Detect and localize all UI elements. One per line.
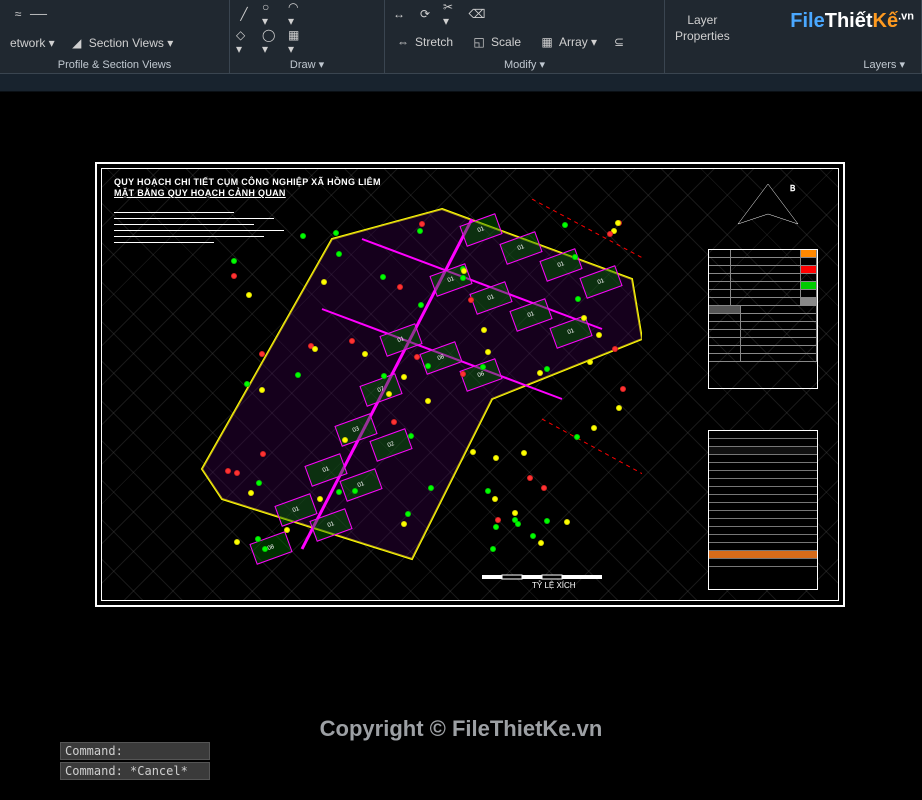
drawing-border: QUY HOẠCH CHI TIẾT CỤM CÔNG NGHIỆP XÃ HỒ… xyxy=(95,162,845,607)
tree-icon xyxy=(461,268,467,274)
ribbon-panel-profile-section: ≈ ── etwork ▾ ◢ Section Views ▾ Profile … xyxy=(0,0,230,73)
title-block-info xyxy=(708,430,818,590)
tree-icon xyxy=(312,346,318,352)
tree-icon xyxy=(490,546,496,552)
command-history: Command: Command: *Cancel* xyxy=(60,740,210,780)
tree-icon xyxy=(352,488,358,494)
tree-icon xyxy=(607,231,613,237)
tree-icon xyxy=(521,450,527,456)
ribbon-panel-draw: ╱ ○ ▾ ◠ ▾ ◇ ▾ ◯ ▾ ▦ ▾ Draw ▾ xyxy=(230,0,385,73)
tree-icon xyxy=(425,398,431,404)
tree-icon xyxy=(587,359,593,365)
drawing-title: QUY HOẠCH CHI TIẾT CỤM CÔNG NGHIỆP XÃ HỒ… xyxy=(114,177,381,198)
layer-properties-button[interactable]: Layer Properties xyxy=(671,12,734,44)
command-line: Command: *Cancel* xyxy=(60,762,210,780)
tree-icon xyxy=(612,346,618,352)
tree-icon xyxy=(544,518,550,524)
panel-caption[interactable]: Layers ▾ xyxy=(671,56,915,73)
tree-icon xyxy=(581,315,587,321)
tree-icon xyxy=(317,496,323,502)
file-tab-bar xyxy=(0,74,922,92)
tree-icon xyxy=(574,434,580,440)
scale-icon: ◱ xyxy=(471,34,487,50)
array-button[interactable]: ▦ Array ▾ xyxy=(535,32,601,52)
tree-icon xyxy=(333,230,339,236)
tree-icon xyxy=(481,327,487,333)
site-plan: 01010101010101010108060703020101010108 xyxy=(182,199,642,569)
tree-icon xyxy=(485,488,491,494)
tree-icon xyxy=(295,372,301,378)
move-icon[interactable]: ↔ xyxy=(391,6,407,22)
command-line: Command: xyxy=(60,742,210,760)
tree-icon xyxy=(541,485,547,491)
tree-icon xyxy=(538,540,544,546)
line-icon[interactable]: ╱ xyxy=(236,6,252,22)
arc-icon[interactable]: ◠ ▾ xyxy=(288,6,304,22)
tree-icon xyxy=(527,475,533,481)
tree-icon xyxy=(349,338,355,344)
scale-button[interactable]: ◱ Scale xyxy=(467,32,525,52)
sample-lines-button[interactable]: ≈ ── xyxy=(6,4,51,24)
tree-icon xyxy=(259,387,265,393)
section-views-button[interactable]: ◢ Section Views ▾ xyxy=(65,33,178,53)
sections-icon: ◢ xyxy=(69,35,85,51)
tree-icon xyxy=(381,373,387,379)
svg-text:B: B xyxy=(790,184,795,193)
tree-icon xyxy=(401,374,407,380)
array-icon: ▦ xyxy=(539,34,555,50)
network-button[interactable]: etwork ▾ xyxy=(6,34,59,52)
tree-icon xyxy=(300,233,306,239)
tree-icon xyxy=(615,220,621,226)
tree-icon xyxy=(380,274,386,280)
tree-icon xyxy=(492,496,498,502)
rotate-icon[interactable]: ⟳ xyxy=(417,6,433,22)
tree-icon xyxy=(591,425,597,431)
ribbon-panel-modify: ↔ ⟳ ✂ ▾ ⌫ ⇔ Stretch ◱ Scale ▦ Array ▾ ⊆ … xyxy=(385,0,665,73)
tree-icon xyxy=(495,517,501,523)
drawing-inner: QUY HOẠCH CHI TIẾT CỤM CÔNG NGHIỆP XÃ HỒ… xyxy=(101,168,839,601)
ellipse-icon[interactable]: ◯ ▾ xyxy=(262,34,278,50)
tree-icon xyxy=(397,284,403,290)
tree-icon xyxy=(231,273,237,279)
tree-icon xyxy=(336,251,342,257)
ribbon: ≈ ── etwork ▾ ◢ Section Views ▾ Profile … xyxy=(0,0,922,74)
erase-icon[interactable]: ⌫ xyxy=(469,6,485,22)
stretch-icon: ⇔ xyxy=(395,34,411,50)
offset-icon[interactable]: ⊆ xyxy=(611,34,627,50)
stretch-button[interactable]: ⇔ Stretch xyxy=(391,32,457,52)
tree-icon xyxy=(537,370,543,376)
tree-icon xyxy=(386,391,392,397)
tree-icon xyxy=(408,433,414,439)
panel-caption[interactable]: Profile & Section Views xyxy=(6,57,223,73)
trim-icon[interactable]: ✂ ▾ xyxy=(443,6,459,22)
legend-table xyxy=(708,249,818,389)
north-arrow: B xyxy=(728,179,808,239)
panel-caption[interactable]: Draw ▾ xyxy=(236,56,378,73)
scale-bar xyxy=(482,572,642,582)
tree-icon xyxy=(512,510,518,516)
tree-icon xyxy=(470,449,476,455)
model-space[interactable]: QUY HOẠCH CHI TIẾT CỤM CÔNG NGHIỆP XÃ HỒ… xyxy=(0,92,922,740)
panel-caption[interactable]: Modify ▾ xyxy=(391,56,658,73)
tree-icon xyxy=(515,521,521,527)
tree-icon xyxy=(234,470,240,476)
polyline-icon[interactable]: ◇ ▾ xyxy=(236,34,252,50)
wave-icon: ≈ xyxy=(10,6,26,22)
circle-icon[interactable]: ○ ▾ xyxy=(262,6,278,22)
tree-icon xyxy=(262,546,268,552)
hatch-icon[interactable]: ▦ ▾ xyxy=(288,34,304,50)
label: ── xyxy=(30,7,47,21)
tree-icon xyxy=(425,363,431,369)
scale-label: TỶ LỆ XÍCH xyxy=(532,581,576,590)
ribbon-panel-layers: Layer Properties Layers ▾ xyxy=(665,0,922,73)
